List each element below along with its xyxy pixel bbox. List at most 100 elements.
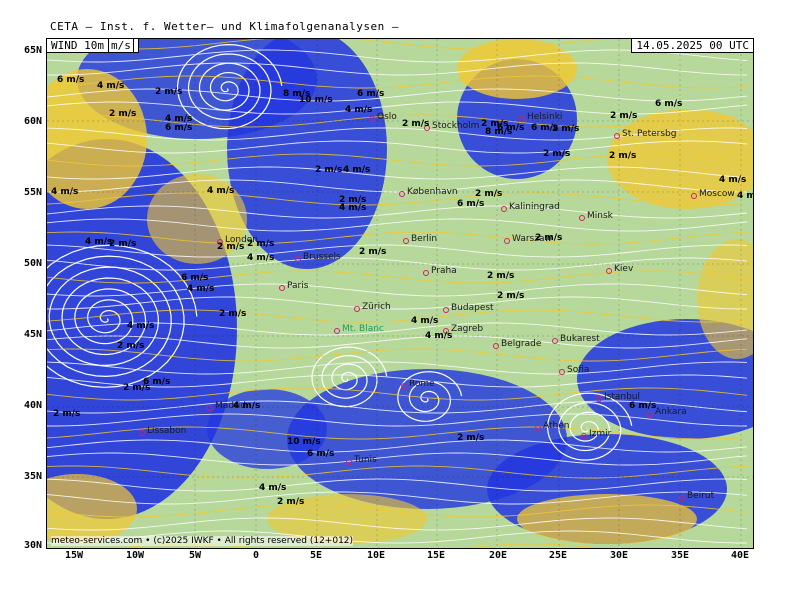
city-label: Beirut	[687, 491, 715, 501]
wind-speed-label: 2 m/s	[402, 119, 430, 129]
lon-tick: 20E	[488, 550, 508, 561]
city-label: Kaliningrad	[509, 202, 560, 212]
wind-speed-label: 2 m/s	[535, 233, 563, 243]
wind-speed-label: 2 m/s	[609, 151, 637, 161]
wind-speed-label: 4 m/s	[207, 186, 235, 196]
city-marker	[369, 116, 375, 122]
city-label: Izmir	[589, 429, 612, 439]
lat-tick: 45N	[23, 329, 42, 340]
wind-speed-label: 2 m/s	[117, 341, 145, 351]
city-label: Minsk	[587, 211, 613, 221]
unit-box: m/s	[107, 39, 134, 53]
wind-speed-label: 2 m/s	[315, 165, 343, 175]
lon-tick: 0	[252, 550, 260, 561]
wind-speed-label: 4 m/s	[187, 284, 215, 294]
city-marker	[295, 256, 301, 262]
wind-speed-label: 2 m/s	[610, 111, 638, 121]
lat-tick: 35N	[23, 471, 42, 482]
city-marker	[504, 238, 510, 244]
wind-speed-label: 4 m/s	[345, 105, 373, 115]
wind-speed-label: 6 m/s	[181, 273, 209, 283]
city-label: Budapest	[451, 303, 494, 313]
wind-speed-label: 4 m/s	[127, 321, 155, 331]
city-label: Praha	[431, 266, 457, 276]
wind-speed-label: 4 m/s	[411, 316, 439, 326]
wind-speed-label: 6 m/s	[57, 75, 85, 85]
city-label: Moscow	[699, 189, 735, 199]
city-marker	[691, 193, 697, 199]
city-marker	[579, 215, 585, 221]
lon-tick: 5W	[188, 550, 202, 561]
city-label: Lissabon	[147, 426, 187, 436]
lat-tick: 55N	[23, 187, 42, 198]
city-label: København	[407, 187, 458, 197]
wind-speed-label: 4 m/s	[247, 253, 275, 263]
city-marker	[679, 495, 685, 501]
city-label: Paris	[287, 281, 309, 291]
city-label: Athen	[543, 421, 570, 431]
wind-speed-label: 6 m/s	[165, 123, 193, 133]
city-label: Stockholm	[432, 121, 480, 131]
city-label: Berlin	[411, 234, 438, 244]
wind-speed-label: 2 m/s	[487, 271, 515, 281]
wind-speed-label: 6 m/s	[457, 199, 485, 209]
city-marker	[614, 133, 620, 139]
city-marker	[207, 405, 213, 411]
city-label: Helsinki	[527, 112, 563, 122]
city-label: Rome	[409, 379, 435, 389]
lon-tick: 15W	[64, 550, 84, 561]
wind-speed-label: 4 m/s	[233, 401, 261, 411]
lon-tick: 35E	[670, 550, 690, 561]
field-name: WIND 10m	[51, 39, 104, 52]
city-marker	[334, 328, 340, 334]
wind-speed-label: 2 m/s	[457, 433, 485, 443]
city-marker	[354, 306, 360, 312]
lon-tick: 10E	[366, 550, 386, 561]
city-label: Mt. Blanc	[342, 324, 384, 334]
wind-speed-label: 4 m/s	[339, 203, 367, 213]
city-marker	[552, 338, 558, 344]
wind-speed-label: 2 m/s	[543, 149, 571, 159]
lon-tick: 30E	[609, 550, 629, 561]
wind-speed-label: 6 m/s	[655, 99, 683, 109]
city-label: St. Petersbg	[622, 129, 677, 139]
lat-tick: 30N	[23, 540, 42, 551]
wind-speed-label: 4 m/s	[719, 175, 747, 185]
wind-speed-label: 6 m/s	[143, 377, 171, 387]
lon-tick: 5E	[309, 550, 323, 561]
lat-tick: 60N	[23, 116, 42, 127]
wind-speed-label: 4 m/s	[343, 165, 371, 175]
city-marker	[403, 238, 409, 244]
wind-speed-label: 4 m/s	[97, 81, 125, 91]
city-marker	[596, 396, 602, 402]
wind-speed-label: 2 m/s	[109, 109, 137, 119]
city-marker	[401, 383, 407, 389]
city-marker	[139, 430, 145, 436]
lon-tick: 15E	[426, 550, 446, 561]
wind-speed-label: 2 m/s	[217, 242, 245, 252]
wind-speed-label: 2 m/s	[109, 239, 137, 249]
lon-tick: 10W	[125, 550, 145, 561]
city-marker	[443, 307, 449, 313]
city-marker	[346, 459, 352, 465]
chart-header: CETA — Inst. f. Wetter— und Klimafolgena…	[50, 20, 400, 33]
lat-tick: 65N	[23, 45, 42, 56]
wind-speed-label: 2 m/s	[155, 87, 183, 97]
city-label: Zürich	[362, 302, 391, 312]
wind-speed-label: 2 m/s	[219, 309, 247, 319]
city-label: Ankara	[655, 407, 687, 417]
field-label: WIND 10m m/s	[47, 39, 139, 53]
wind-speed-label: 2 m/s	[552, 124, 580, 134]
city-label: Zagreb	[451, 324, 484, 334]
wind-speed-label: 6 m/s	[357, 89, 385, 99]
copyright-credit: meteo-services.com • (c)2025 IWKF • All …	[51, 536, 354, 546]
lat-tick: 50N	[23, 258, 42, 269]
wind-speed-label: 4 m/s	[259, 483, 287, 493]
wind-speed-label: 4 m/s	[51, 187, 79, 197]
wind-speed-label: 2 m/s	[247, 239, 275, 249]
city-marker	[519, 116, 525, 122]
city-marker	[581, 433, 587, 439]
wind-speed-label: 4 m/s	[737, 191, 753, 201]
wind-speed-label: 2 m/s	[53, 409, 81, 419]
wind-speed-label: 2 m/s	[359, 247, 387, 257]
